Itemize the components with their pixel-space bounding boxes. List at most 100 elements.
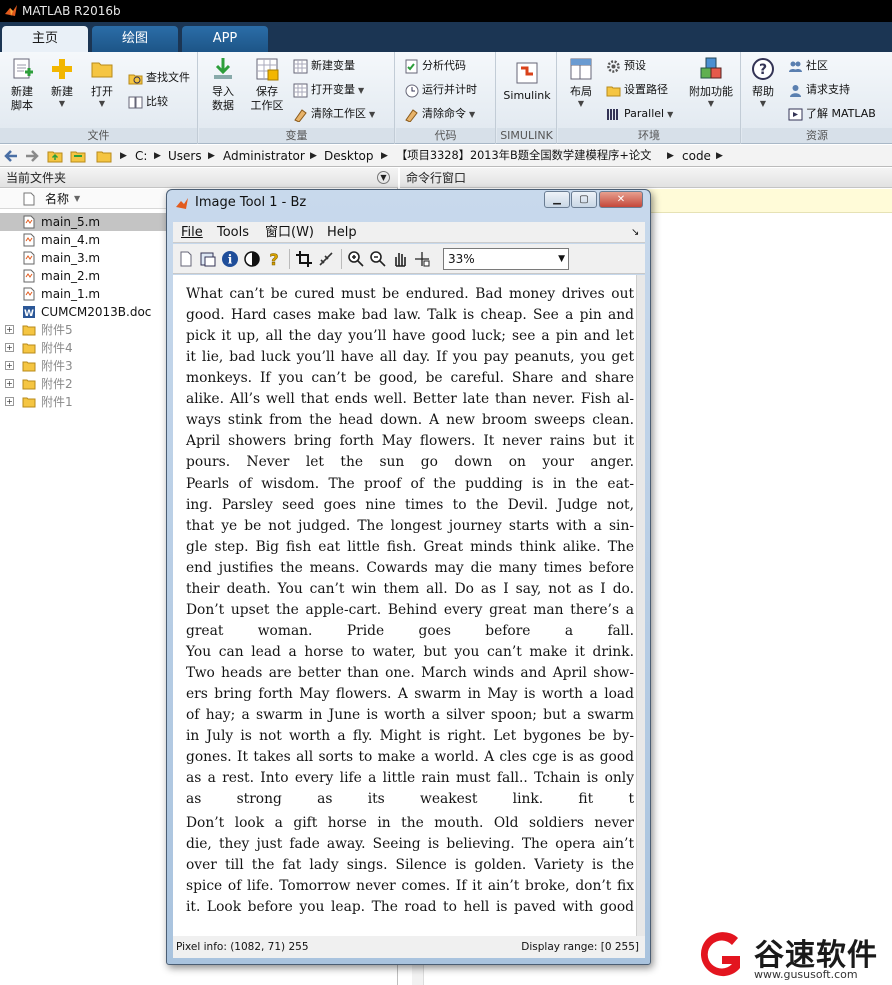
request-support-button[interactable]: 请求支持	[788, 80, 850, 100]
image-display-area[interactable]: What can’t be cured must be endured. Bad…	[173, 275, 637, 936]
open-variable-button[interactable]: 打开变量 ▼	[293, 80, 364, 100]
up-folder-icon[interactable]	[47, 148, 63, 164]
zoom-out-icon[interactable]	[369, 250, 387, 268]
tab-home[interactable]: 主页	[2, 26, 88, 52]
breadcrumb-desktop[interactable]: Desktop	[324, 145, 374, 167]
command-window-header: 命令行窗口	[400, 168, 892, 188]
open-button[interactable]: 打开 ▼	[84, 56, 120, 109]
menu-file[interactable]: File	[181, 222, 203, 243]
folder-icon	[22, 325, 36, 336]
new-figure-icon[interactable]	[177, 250, 195, 268]
parallel-icon	[607, 108, 618, 120]
zoom-in-icon[interactable]	[347, 250, 365, 268]
m-file-icon	[23, 287, 35, 301]
back-arrow-icon[interactable]	[3, 148, 19, 164]
measure-icon[interactable]	[317, 250, 335, 268]
clear-workspace-button[interactable]: 清除工作区 ▼	[293, 104, 375, 124]
path-separator-icon: ▶	[310, 151, 317, 161]
breadcrumb-project[interactable]: 【项目3328】2013年B题全国数学建模程序+论文	[396, 145, 651, 167]
add-ons-button[interactable]: 附加功能 ▼	[686, 56, 736, 109]
clear-commands-button[interactable]: 清除命令 ▼	[404, 104, 475, 124]
find-files-button[interactable]: 查找文件	[128, 68, 190, 88]
panel-menu-chevron-icon[interactable]: ▼	[377, 171, 390, 184]
community-button[interactable]: 社区	[788, 56, 828, 76]
menubar-dock-arrow-icon[interactable]: ↘	[631, 222, 639, 243]
new-variable-button[interactable]: 新建变量	[293, 56, 355, 76]
ribbon-group-environment: 布局 ▼ 预设 设置路径 Parallel ▼ 附加功能 ▼ 环境	[558, 52, 741, 144]
set-path-icon	[606, 86, 621, 96]
file-type-column-icon	[23, 192, 35, 206]
ribbon-group-code: 分析代码 运行并计时 清除命令 ▼ 代码	[396, 52, 496, 144]
preferences-button[interactable]: 预设	[606, 56, 646, 76]
run-and-time-button[interactable]: 运行并计时	[404, 80, 477, 100]
minimize-button[interactable]: ▁	[544, 191, 570, 208]
chevron-down-icon: ▼	[577, 99, 585, 108]
m-file-icon	[23, 269, 35, 283]
tab-apps[interactable]: APP	[182, 26, 268, 52]
expand-plus-icon[interactable]: +	[5, 379, 14, 388]
help-button[interactable]: ? 帮助 ▼	[748, 56, 778, 109]
window-titlebar: MATLAB R2016b	[0, 0, 892, 22]
image-tool-statusbar: Pixel info: (1082, 71) 255 Display range…	[173, 936, 645, 958]
pan-hand-icon[interactable]	[391, 250, 409, 268]
compare-button[interactable]: 比较	[128, 92, 168, 112]
expand-plus-icon[interactable]: +	[5, 343, 14, 352]
group-label-file: 文件	[0, 128, 197, 143]
menu-tools[interactable]: Tools	[217, 222, 249, 243]
expand-plus-icon[interactable]: +	[5, 361, 14, 370]
save-workspace-button[interactable]: 保存 工作区	[247, 56, 287, 113]
m-file-icon	[23, 233, 35, 247]
maximize-button[interactable]: ▢	[571, 191, 597, 208]
run-and-time-icon	[405, 84, 419, 97]
chevron-down-icon: ▼	[667, 110, 674, 119]
expand-plus-icon[interactable]: +	[5, 397, 14, 406]
forward-arrow-icon[interactable]	[24, 148, 40, 164]
add-ons-cubes-icon	[700, 57, 722, 79]
tab-plots[interactable]: 绘图	[92, 26, 178, 52]
set-path-button[interactable]: 设置路径	[606, 80, 668, 100]
analyze-code-button[interactable]: 分析代码	[404, 56, 466, 76]
breadcrumb-administrator[interactable]: Administrator	[223, 145, 305, 167]
breadcrumb-users[interactable]: Users	[168, 145, 202, 167]
breadcrumb-code[interactable]: code	[682, 145, 711, 167]
chevron-down-icon: ▼	[558, 254, 565, 264]
word-doc-icon: W	[23, 306, 35, 319]
zoom-level-select[interactable]: 33% ▼	[443, 248, 569, 270]
clear-workspace-icon	[294, 108, 307, 122]
learn-matlab-button[interactable]: 了解 MATLAB	[788, 104, 876, 124]
image-vertical-scrollbar[interactable]	[637, 275, 645, 936]
layout-button[interactable]: 布局 ▼	[564, 56, 598, 109]
new-script-icon	[13, 58, 33, 79]
close-button[interactable]: ✕	[599, 191, 643, 208]
info-icon[interactable]: i	[221, 250, 239, 268]
parallel-button[interactable]: Parallel ▼	[606, 104, 673, 124]
pixel-region-icon[interactable]	[413, 250, 431, 268]
ribbon-group-resources: ? 帮助 ▼ 社区 请求支持 了解 MATLAB 资源	[742, 52, 892, 144]
new-button[interactable]: 新建 ▼	[44, 56, 80, 109]
crop-icon[interactable]	[295, 250, 313, 268]
group-label-simulink: SIMULINK	[497, 128, 556, 143]
path-separator-icon: ▶	[716, 151, 723, 161]
new-plus-icon	[52, 59, 72, 79]
simulink-icon	[516, 62, 538, 84]
import-data-button[interactable]: 导入 数据	[205, 56, 241, 113]
help-icon[interactable]: ?	[265, 250, 283, 268]
menu-window[interactable]: 窗口(W)	[265, 222, 314, 243]
chevron-down-icon: ▼	[707, 99, 715, 108]
group-label-variable: 变量	[199, 128, 394, 143]
simulink-button[interactable]: Simulink	[501, 60, 553, 103]
path-separator-icon: ▶	[208, 151, 215, 161]
breadcrumb-drive[interactable]: C:	[135, 145, 147, 167]
sort-arrow-icon: ▼	[74, 194, 81, 203]
contrast-icon[interactable]	[243, 250, 261, 268]
image-tool-window[interactable]: Image Tool 1 - Bz ▁ ▢ ✕ File Tools 窗口(W)…	[166, 189, 651, 965]
browse-folder-icon[interactable]	[70, 148, 86, 164]
export-icon[interactable]	[199, 250, 217, 268]
chevron-down-icon: ▼	[98, 99, 106, 108]
display-range: Display range: [0 255]	[521, 941, 639, 953]
new-variable-icon	[293, 59, 308, 73]
expand-plus-icon[interactable]: +	[5, 325, 14, 334]
new-script-button[interactable]: 新建 脚本	[4, 56, 40, 113]
image-text-paragraph-4: Don’t look a gift horse in the mouth. Ol…	[186, 815, 634, 915]
menu-help[interactable]: Help	[327, 222, 357, 243]
